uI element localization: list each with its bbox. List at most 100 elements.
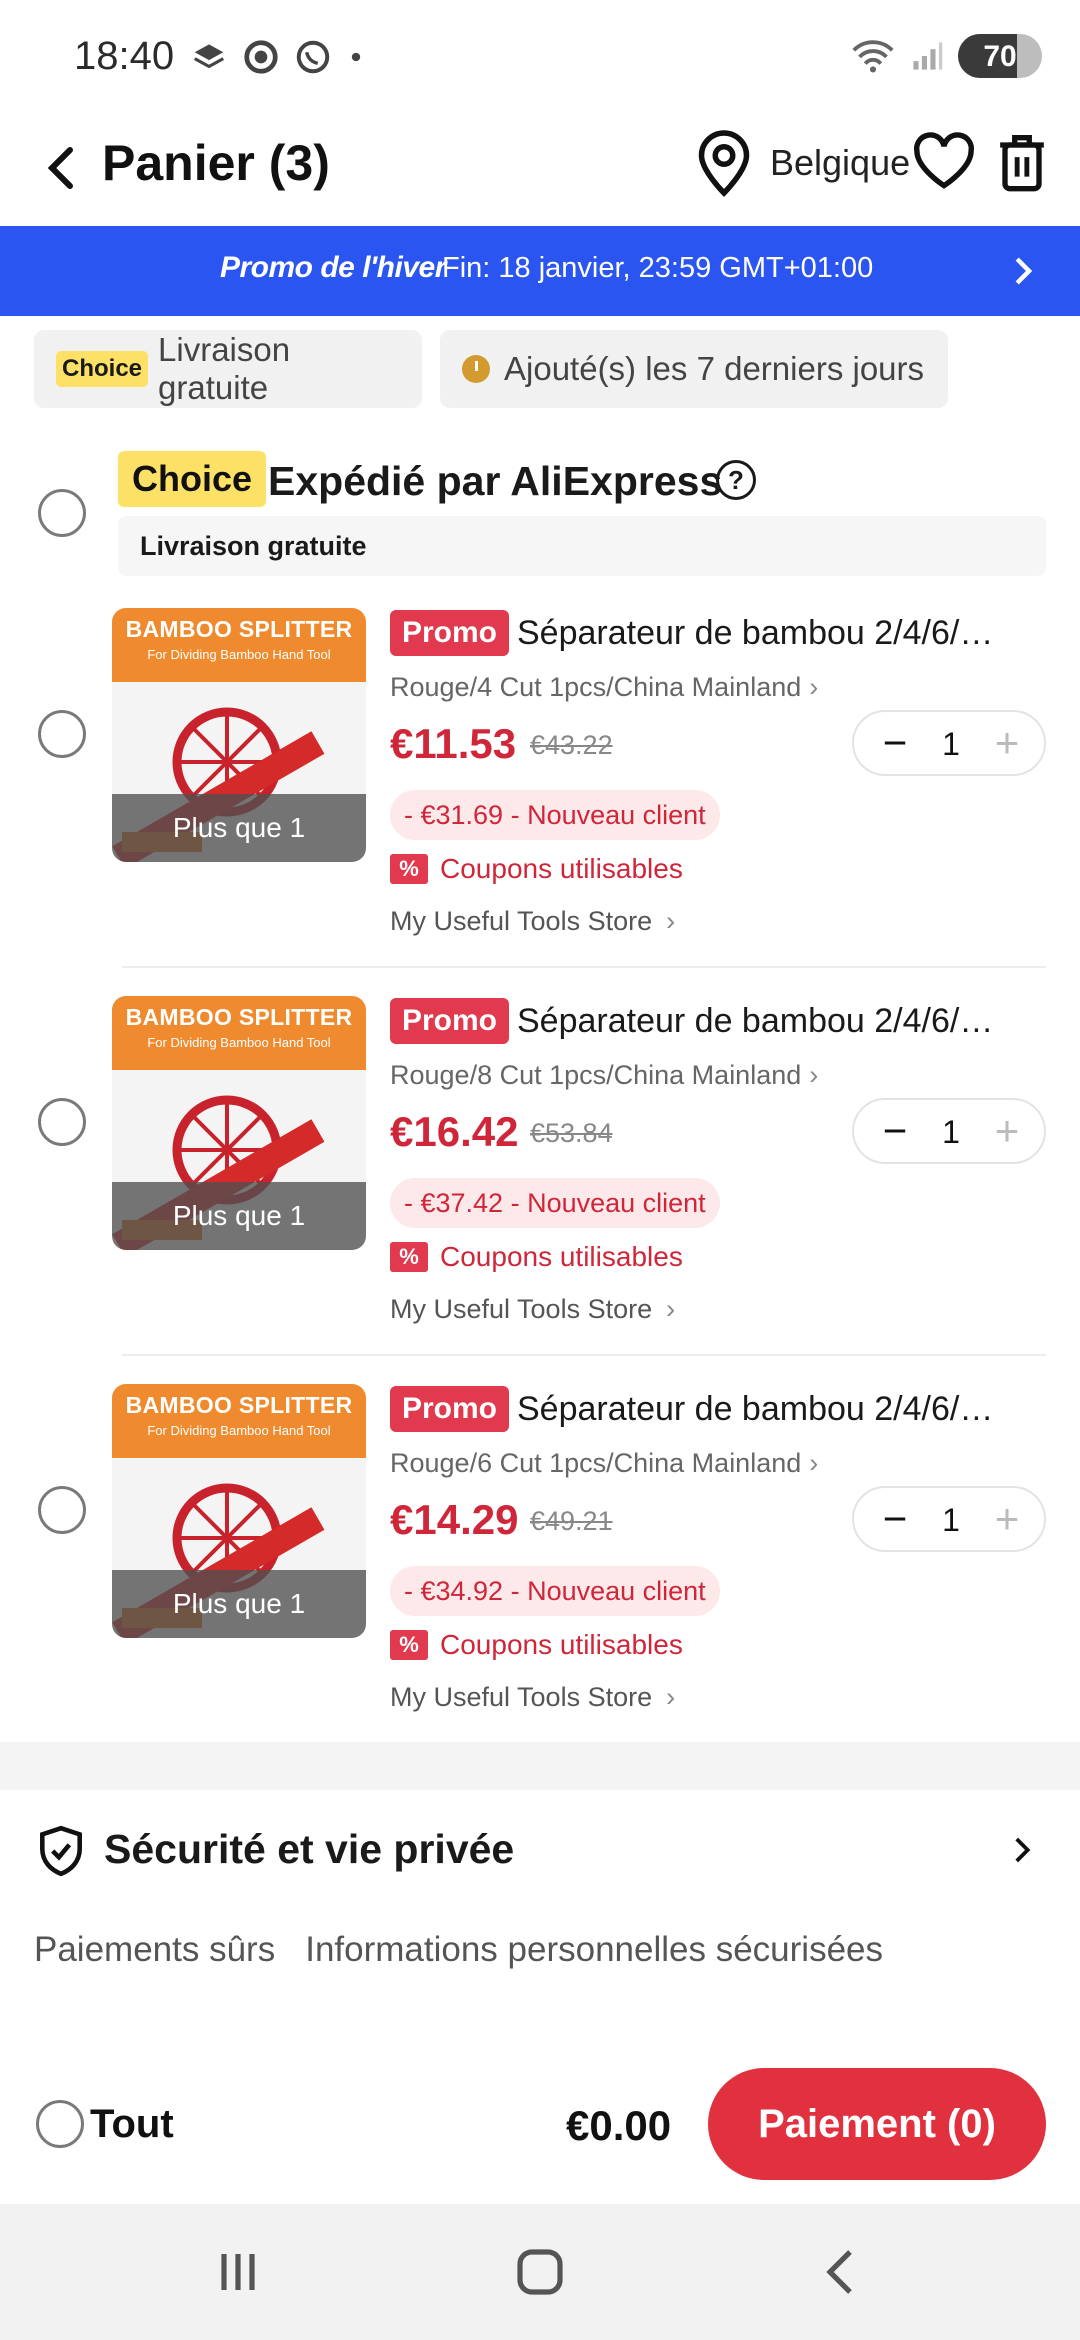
product-checkbox[interactable] bbox=[38, 1098, 86, 1146]
country-selector[interactable]: Belgique bbox=[770, 142, 910, 184]
choice-badge: Choice bbox=[56, 351, 149, 387]
increase-quantity-button[interactable]: + bbox=[984, 1106, 1030, 1156]
product-price: €14.29 bbox=[390, 1496, 519, 1543]
coupon-row[interactable]: % Coupons utilisables bbox=[390, 1241, 683, 1273]
chevron-right-icon: › bbox=[809, 1448, 819, 1478]
shield-check-icon bbox=[40, 1825, 82, 1877]
chevron-right-icon: › bbox=[809, 672, 819, 702]
quantity-stepper: − 1 + bbox=[852, 1486, 1046, 1552]
store-link[interactable]: My Useful Tools Store › bbox=[390, 1682, 675, 1713]
thumb-banner: BAMBOO SPLITTER For Dividing Bamboo Hand… bbox=[112, 996, 366, 1070]
thumb-subtitle: For Dividing Bamboo Hand Tool bbox=[147, 1423, 331, 1438]
status-bar: 18:40 70 bbox=[0, 0, 1080, 110]
recents-icon[interactable] bbox=[208, 2242, 268, 2302]
store-link[interactable]: My Useful Tools Store › bbox=[390, 906, 675, 937]
store-name: My Useful Tools Store bbox=[390, 906, 653, 936]
quantity-stepper: − 1 + bbox=[852, 710, 1046, 776]
select-all-label[interactable]: Tout bbox=[90, 2102, 174, 2147]
battery-indicator: 70 bbox=[958, 34, 1042, 78]
filter-recently-added[interactable]: Ajouté(s) les 7 derniers jours bbox=[440, 330, 948, 408]
product-variant[interactable]: Rouge/8 Cut 1pcs/China Mainland › bbox=[390, 1060, 818, 1091]
thumb-brand: BAMBOO SPLITTER bbox=[125, 616, 353, 642]
thumb-banner: BAMBOO SPLITTER For Dividing Bamboo Hand… bbox=[112, 608, 366, 682]
product-title[interactable]: Séparateur de bambou 2/4/6/… bbox=[517, 1390, 1007, 1429]
thumb-brand: BAMBOO SPLITTER bbox=[125, 1392, 353, 1418]
chevron-right-icon: › bbox=[666, 1294, 676, 1324]
thumb-brand: BAMBOO SPLITTER bbox=[125, 1004, 353, 1030]
original-price: €53.84 bbox=[530, 1118, 613, 1148]
security-items: Paiements sûrs Informations personnelles… bbox=[34, 1930, 883, 1970]
total-price: €0.00 bbox=[566, 2102, 672, 2149]
checkout-bar: Tout €0.00 Paiement (0) bbox=[0, 2060, 1080, 2204]
layers-icon bbox=[193, 44, 225, 69]
product-variant[interactable]: Rouge/6 Cut 1pcs/China Mainland › bbox=[390, 1448, 818, 1479]
wifi-icon bbox=[852, 40, 894, 73]
store-link[interactable]: My Useful Tools Store › bbox=[390, 1294, 675, 1325]
product-checkbox[interactable] bbox=[38, 1486, 86, 1534]
decrease-quantity-button[interactable]: − bbox=[872, 1106, 918, 1156]
help-icon[interactable]: ? bbox=[716, 460, 756, 500]
divider bbox=[122, 966, 1046, 968]
decrease-quantity-button[interactable]: − bbox=[872, 1494, 918, 1544]
filter-free-shipping[interactable]: Choice Livraison gratuite bbox=[34, 330, 422, 408]
thumb-banner: BAMBOO SPLITTER For Dividing Bamboo Hand… bbox=[112, 1384, 366, 1458]
coupon-row[interactable]: % Coupons utilisables bbox=[390, 853, 683, 885]
percent-icon: % bbox=[390, 1242, 428, 1272]
increase-quantity-button[interactable]: + bbox=[984, 718, 1030, 768]
back-icon[interactable] bbox=[812, 2242, 872, 2302]
quantity-value: 1 bbox=[942, 1114, 960, 1150]
clock-icon bbox=[462, 355, 490, 383]
page-title: Panier (3) bbox=[102, 135, 330, 191]
chevron-left-icon[interactable] bbox=[40, 138, 84, 198]
decrease-quantity-button[interactable]: − bbox=[872, 718, 918, 768]
seller-select-checkbox[interactable] bbox=[38, 489, 86, 537]
product-image[interactable]: BAMBOO SPLITTER For Dividing Bamboo Hand… bbox=[112, 996, 366, 1250]
quantity-value: 1 bbox=[942, 1502, 960, 1538]
promo-tag: Promo bbox=[390, 998, 510, 1044]
security-title[interactable]: Sécurité et vie privée bbox=[104, 1826, 514, 1873]
coupon-row[interactable]: % Coupons utilisables bbox=[390, 1629, 683, 1661]
product-price: €16.42 bbox=[390, 1108, 519, 1155]
product-image[interactable]: BAMBOO SPLITTER For Dividing Bamboo Hand… bbox=[112, 1384, 366, 1638]
promo-banner[interactable]: Promo de l'hiver Fin: 18 janvier, 23:59 … bbox=[0, 226, 1080, 316]
checkout-button[interactable]: Paiement (0) bbox=[708, 2068, 1046, 2180]
store-name: My Useful Tools Store bbox=[390, 1682, 653, 1712]
promo-tag: Promo bbox=[390, 610, 510, 656]
header: Panier (3) Belgique bbox=[0, 110, 1080, 226]
section-separator bbox=[0, 1742, 1080, 1790]
coupon-label: Coupons utilisables bbox=[440, 853, 683, 884]
stock-overlay: Plus que 1 bbox=[112, 1570, 366, 1638]
chevron-right-icon[interactable] bbox=[1012, 1834, 1034, 1866]
percent-icon: % bbox=[390, 1630, 428, 1660]
system-status: 70 bbox=[850, 34, 1042, 78]
battery-level: 70 bbox=[983, 40, 1017, 73]
chevron-right-icon: › bbox=[809, 1060, 819, 1090]
location-pin-icon[interactable] bbox=[694, 128, 754, 198]
signal-icon bbox=[913, 42, 943, 70]
seller-title: Expédié par AliExpress bbox=[268, 458, 723, 504]
system-nav-bar bbox=[0, 2204, 1080, 2340]
trash-icon[interactable] bbox=[992, 128, 1052, 196]
coupon-label: Coupons utilisables bbox=[440, 1629, 683, 1660]
discount-badge: - €37.42 - Nouveau client bbox=[390, 1178, 720, 1228]
heart-icon[interactable] bbox=[912, 130, 976, 192]
home-icon[interactable] bbox=[510, 2242, 570, 2302]
promo-title: Promo de l'hiver bbox=[220, 251, 446, 284]
stock-overlay: Plus que 1 bbox=[112, 1182, 366, 1250]
whatsapp-icon bbox=[296, 40, 330, 74]
promo-tag: Promo bbox=[390, 1386, 510, 1432]
variant-label: Rouge/4 Cut 1pcs/China Mainland bbox=[390, 672, 802, 702]
product-variant[interactable]: Rouge/4 Cut 1pcs/China Mainland › bbox=[390, 672, 818, 703]
filter-label: Livraison gratuite bbox=[158, 331, 291, 406]
product-title[interactable]: Séparateur de bambou 2/4/6/… bbox=[517, 614, 1007, 653]
product-checkbox[interactable] bbox=[38, 710, 86, 758]
promo-deadline: Fin: 18 janvier, 23:59 GMT+01:00 bbox=[442, 252, 874, 284]
variant-label: Rouge/8 Cut 1pcs/China Mainland bbox=[390, 1060, 802, 1090]
increase-quantity-button[interactable]: + bbox=[984, 1494, 1030, 1544]
coupon-label: Coupons utilisables bbox=[440, 1241, 683, 1272]
product-image[interactable]: BAMBOO SPLITTER For Dividing Bamboo Hand… bbox=[112, 608, 366, 862]
store-name: My Useful Tools Store bbox=[390, 1294, 653, 1324]
product-title[interactable]: Séparateur de bambou 2/4/6/… bbox=[517, 1002, 1007, 1041]
select-all-checkbox[interactable] bbox=[36, 2100, 84, 2148]
notification-icons bbox=[190, 38, 366, 76]
